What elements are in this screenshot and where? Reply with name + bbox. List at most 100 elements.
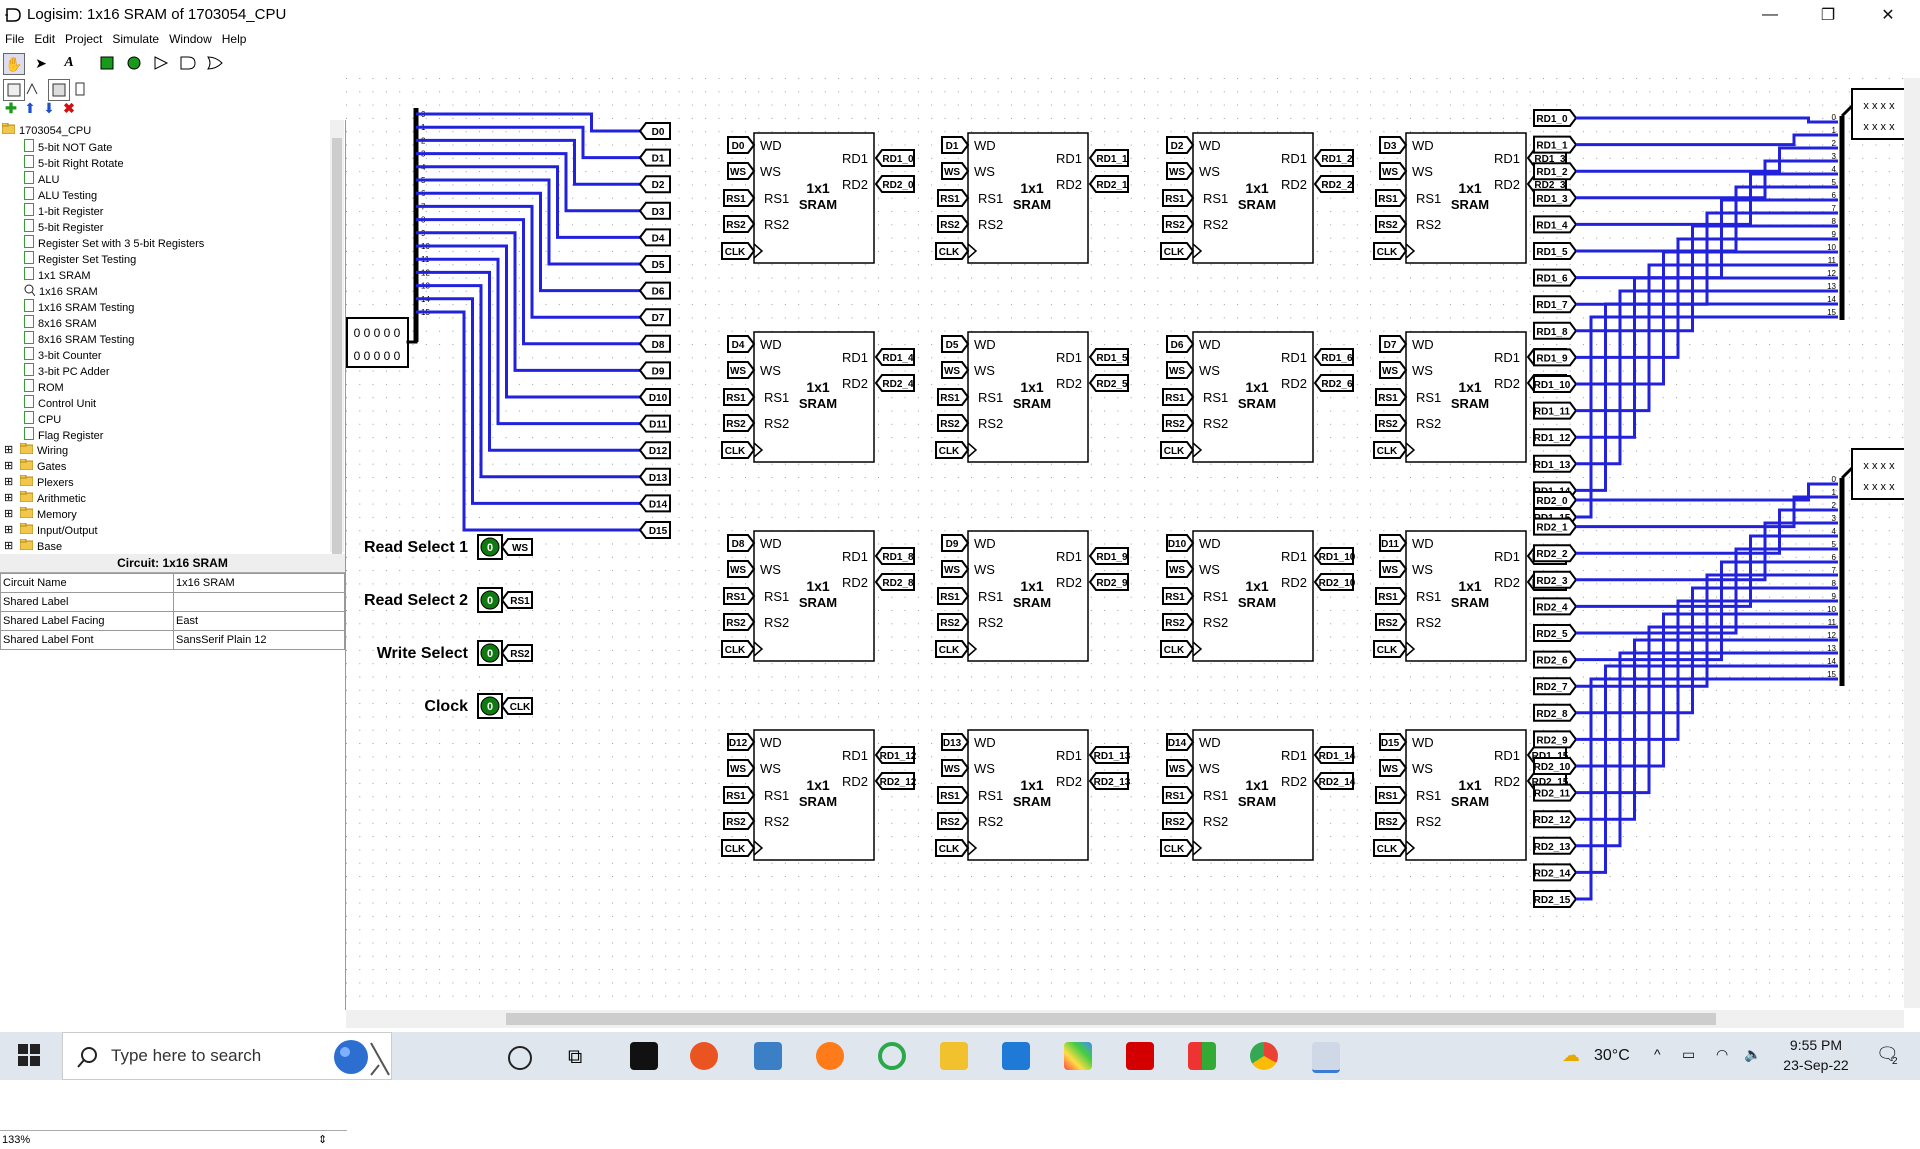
vscode-icon[interactable] bbox=[1002, 1042, 1030, 1070]
sram-name: SRAM bbox=[799, 595, 837, 610]
expand-icon[interactable]: ⊞ bbox=[4, 539, 13, 552]
tree-item-library[interactable]: Plexers bbox=[19, 474, 74, 491]
tree-item-circuit[interactable]: 5-bit Register bbox=[24, 219, 103, 235]
clock-date[interactable]: 23-Sep-22 bbox=[1776, 1057, 1856, 1105]
tree-item-circuit[interactable]: 3-bit Counter bbox=[24, 347, 102, 363]
sync-app-icon[interactable] bbox=[878, 1042, 906, 1070]
tree-item-library[interactable]: Input/Output bbox=[19, 522, 98, 539]
add-circuit-icon[interactable]: ✚ bbox=[1, 98, 21, 118]
menu-edit[interactable]: Edit bbox=[29, 30, 60, 48]
chrome-icon[interactable] bbox=[1250, 1042, 1278, 1070]
tree-item-library[interactable]: Gates bbox=[19, 458, 66, 475]
zoom-control[interactable]: 133% ⇕ bbox=[0, 1130, 347, 1149]
move-up-icon[interactable]: ⬆ bbox=[20, 98, 40, 118]
canvas-horizontal-scrollbar[interactable] bbox=[346, 1010, 1904, 1028]
store-app-icon[interactable] bbox=[1188, 1042, 1216, 1070]
tree-scrollbar[interactable] bbox=[330, 120, 344, 558]
tree-item-library[interactable]: Memory bbox=[19, 506, 77, 523]
tree-item-library[interactable]: Arithmetic bbox=[19, 490, 86, 507]
expand-icon[interactable]: ⊞ bbox=[4, 443, 13, 456]
sram-wd-tunnel-label: D2 bbox=[1171, 141, 1184, 152]
photos-icon[interactable] bbox=[1064, 1042, 1092, 1070]
tree-item-circuit[interactable]: 1x16 SRAM bbox=[24, 283, 98, 299]
tree-item-circuit[interactable]: 8x16 SRAM bbox=[24, 315, 97, 331]
prop-value-label-font[interactable]: SansSerif Plain 12 bbox=[173, 630, 345, 650]
sram-ws-tunnel-label: WS bbox=[944, 167, 960, 178]
delete-circuit-icon[interactable]: ✖ bbox=[59, 98, 79, 118]
canvas-vertical-scrollbar[interactable] bbox=[1904, 78, 1920, 1008]
battery-icon[interactable]: ▭ bbox=[1682, 1046, 1695, 1094]
volume-icon[interactable]: 🔈 bbox=[1744, 1046, 1761, 1094]
output-rd1_tunnels-tunnel-label: RD1_0 bbox=[1536, 114, 1568, 125]
windows-start-icon[interactable] bbox=[18, 1044, 40, 1071]
tree-item-circuit[interactable]: Register Set with 3 5-bit Registers bbox=[24, 235, 204, 251]
poke-tool-icon[interactable]: ✋ bbox=[3, 53, 25, 75]
control-panel-icon[interactable] bbox=[754, 1042, 782, 1070]
text-tool-icon[interactable]: A bbox=[59, 53, 79, 73]
tree-item-circuit[interactable]: 1-bit Register bbox=[24, 203, 103, 219]
add-or-gate-icon[interactable] bbox=[205, 53, 225, 73]
terminal-icon[interactable] bbox=[630, 1042, 658, 1070]
logisim-taskbar-icon[interactable] bbox=[1312, 1042, 1340, 1073]
add-input-pin-icon[interactable] bbox=[97, 53, 117, 73]
edit-appearance-icon[interactable] bbox=[70, 79, 90, 99]
tray-chevron-icon[interactable]: ^ bbox=[1654, 1046, 1661, 1094]
sram-ws-tunnel-label: WS bbox=[1382, 167, 1398, 178]
tree-item-circuit[interactable]: 1x16 SRAM Testing bbox=[24, 299, 134, 315]
tree-item-library[interactable]: Base bbox=[19, 538, 62, 552]
taskbar-search-box[interactable]: Type here to search bbox=[62, 1032, 392, 1080]
tree-item-circuit[interactable]: Control Unit bbox=[24, 395, 96, 411]
sram-pin-label: WD bbox=[1199, 536, 1221, 551]
expand-icon[interactable]: ⊞ bbox=[4, 475, 13, 488]
close-button[interactable]: ✕ bbox=[1860, 0, 1916, 30]
ubuntu-icon[interactable] bbox=[690, 1042, 718, 1070]
acrobat-icon[interactable] bbox=[1126, 1042, 1154, 1070]
sram-clk-tunnel-label: CLK bbox=[725, 247, 746, 258]
expand-icon[interactable]: ⊞ bbox=[4, 491, 13, 504]
cortana-icon[interactable] bbox=[508, 1046, 532, 1070]
menu-file[interactable]: File bbox=[0, 30, 29, 48]
weather-temperature[interactable]: 30°C bbox=[1594, 1047, 1630, 1095]
menu-window[interactable]: Window bbox=[164, 30, 217, 48]
move-down-icon[interactable]: ⬇ bbox=[39, 98, 59, 118]
tree-item-circuit[interactable]: ALU Testing bbox=[24, 187, 97, 203]
sram-name: 1x1 bbox=[806, 777, 830, 793]
tree-item-library[interactable]: Wiring bbox=[19, 442, 68, 459]
wifi-icon[interactable]: ◠ bbox=[1716, 1046, 1728, 1094]
tree-item-circuit[interactable]: 5-bit Right Rotate bbox=[24, 155, 124, 171]
tree-item-circuit[interactable]: 8x16 SRAM Testing bbox=[24, 331, 134, 347]
tree-item-circuit[interactable]: ROM bbox=[24, 379, 64, 395]
menu-project[interactable]: Project bbox=[60, 30, 107, 48]
tunnel-d3-label: D3 bbox=[652, 207, 665, 218]
menu-help[interactable]: Help bbox=[217, 30, 252, 48]
restore-button[interactable]: ❐ bbox=[1800, 0, 1856, 30]
prop-value-shared-label[interactable] bbox=[173, 592, 345, 612]
sram-pin-label: WS bbox=[760, 761, 781, 776]
expand-icon[interactable]: ⊞ bbox=[4, 523, 13, 536]
expand-icon[interactable]: ⊞ bbox=[4, 459, 13, 472]
add-output-pin-icon[interactable] bbox=[124, 53, 144, 73]
show-simulation-icon[interactable] bbox=[22, 79, 42, 99]
sram-ws-tunnel-label: WS bbox=[730, 366, 746, 377]
tree-item-circuit[interactable]: 3-bit PC Adder bbox=[24, 363, 110, 379]
select-tool-icon[interactable]: ➤ bbox=[31, 53, 51, 73]
tree-item-circuit[interactable]: 1x1 SRAM bbox=[24, 267, 91, 283]
menu-simulate[interactable]: Simulate bbox=[107, 30, 164, 48]
prop-value-circuit-name[interactable]: 1x16 SRAM bbox=[173, 573, 345, 593]
prop-value-label-facing[interactable]: East bbox=[173, 611, 345, 631]
firefox-icon[interactable] bbox=[816, 1042, 844, 1070]
tree-item-circuit[interactable]: Flag Register bbox=[24, 427, 103, 443]
tree-item-circuit[interactable]: Register Set Testing bbox=[24, 251, 136, 267]
tree-item-circuit[interactable]: ALU bbox=[24, 171, 59, 187]
minimize-button[interactable]: — bbox=[1742, 0, 1798, 30]
circuit-canvas[interactable]: 0 0 0 0 00 0 0 0 00D01D12D23D34D45D56D67… bbox=[346, 78, 1906, 1008]
file-explorer-icon[interactable] bbox=[940, 1042, 968, 1070]
task-view-icon[interactable]: ⧉ bbox=[568, 1046, 582, 1069]
add-and-gate-icon[interactable] bbox=[178, 53, 198, 73]
tree-item-circuit[interactable]: CPU bbox=[24, 411, 61, 427]
add-not-gate-icon[interactable] bbox=[152, 53, 172, 73]
expand-icon[interactable]: ⊞ bbox=[4, 507, 13, 520]
zoom-stepper-icon[interactable]: ⇕ bbox=[318, 1131, 327, 1149]
tree-item-circuit[interactable]: 5-bit NOT Gate bbox=[24, 139, 112, 155]
tree-root-project[interactable]: 1703054_CPU bbox=[1, 122, 91, 139]
